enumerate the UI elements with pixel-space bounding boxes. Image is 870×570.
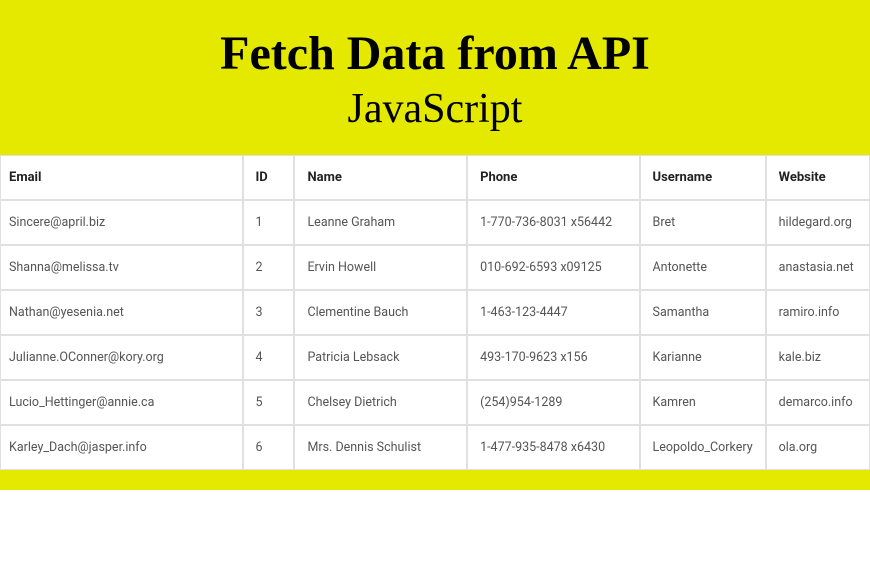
table-header-row: Email ID Name Phone Username Website bbox=[0, 155, 870, 200]
cell-website: demarco.info bbox=[766, 380, 870, 425]
header-banner: Fetch Data from API JavaScript bbox=[0, 0, 870, 155]
table-container: Email ID Name Phone Username Website Sin… bbox=[0, 155, 870, 470]
cell-phone: 493-170-9623 x156 bbox=[467, 335, 639, 380]
table-row: Karley_Dach@jasper.info6Mrs. Dennis Schu… bbox=[0, 425, 870, 470]
cell-username: Samantha bbox=[640, 290, 766, 335]
cell-website: kale.biz bbox=[766, 335, 870, 380]
cell-email: Sincere@april.biz bbox=[0, 200, 243, 245]
cell-phone: 1-463-123-4447 bbox=[467, 290, 639, 335]
cell-website: hildegard.org bbox=[766, 200, 870, 245]
cell-id: 4 bbox=[243, 335, 295, 380]
page-title: Fetch Data from API bbox=[20, 28, 850, 81]
cell-username: Karianne bbox=[640, 335, 766, 380]
cell-name: Patricia Lebsack bbox=[294, 335, 467, 380]
column-header-email: Email bbox=[0, 155, 243, 200]
column-header-id: ID bbox=[243, 155, 295, 200]
table-row: Sincere@april.biz1Leanne Graham1-770-736… bbox=[0, 200, 870, 245]
cell-name: Chelsey Dietrich bbox=[294, 380, 467, 425]
cell-name: Ervin Howell bbox=[294, 245, 467, 290]
cell-phone: 1-770-736-8031 x56442 bbox=[467, 200, 639, 245]
footer-bar bbox=[0, 470, 870, 490]
page-subtitle: JavaScript bbox=[20, 85, 850, 133]
cell-id: 2 bbox=[243, 245, 295, 290]
cell-username: Kamren bbox=[640, 380, 766, 425]
table-row: Shanna@melissa.tv2Ervin Howell010-692-65… bbox=[0, 245, 870, 290]
column-header-name: Name bbox=[294, 155, 467, 200]
cell-id: 3 bbox=[243, 290, 295, 335]
cell-phone: 010-692-6593 x09125 bbox=[467, 245, 639, 290]
cell-website: ola.org bbox=[766, 425, 870, 470]
table-row: Nathan@yesenia.net3Clementine Bauch1-463… bbox=[0, 290, 870, 335]
cell-email: Shanna@melissa.tv bbox=[0, 245, 243, 290]
cell-email: Julianne.OConner@kory.org bbox=[0, 335, 243, 380]
cell-username: Antonette bbox=[640, 245, 766, 290]
cell-email: Lucio_Hettinger@annie.ca bbox=[0, 380, 243, 425]
table-row: Julianne.OConner@kory.org4Patricia Lebsa… bbox=[0, 335, 870, 380]
cell-username: Leopoldo_Corkery bbox=[640, 425, 766, 470]
cell-name: Mrs. Dennis Schulist bbox=[294, 425, 467, 470]
cell-id: 5 bbox=[243, 380, 295, 425]
data-table: Email ID Name Phone Username Website Sin… bbox=[0, 155, 870, 470]
column-header-phone: Phone bbox=[467, 155, 639, 200]
cell-phone: (254)954-1289 bbox=[467, 380, 639, 425]
column-header-username: Username bbox=[640, 155, 766, 200]
cell-id: 1 bbox=[243, 200, 295, 245]
cell-name: Clementine Bauch bbox=[294, 290, 467, 335]
cell-website: ramiro.info bbox=[766, 290, 870, 335]
cell-id: 6 bbox=[243, 425, 295, 470]
column-header-website: Website bbox=[766, 155, 870, 200]
cell-email: Karley_Dach@jasper.info bbox=[0, 425, 243, 470]
cell-phone: 1-477-935-8478 x6430 bbox=[467, 425, 639, 470]
cell-website: anastasia.net bbox=[766, 245, 870, 290]
table-row: Lucio_Hettinger@annie.ca5Chelsey Dietric… bbox=[0, 380, 870, 425]
cell-name: Leanne Graham bbox=[294, 200, 467, 245]
cell-email: Nathan@yesenia.net bbox=[0, 290, 243, 335]
cell-username: Bret bbox=[640, 200, 766, 245]
